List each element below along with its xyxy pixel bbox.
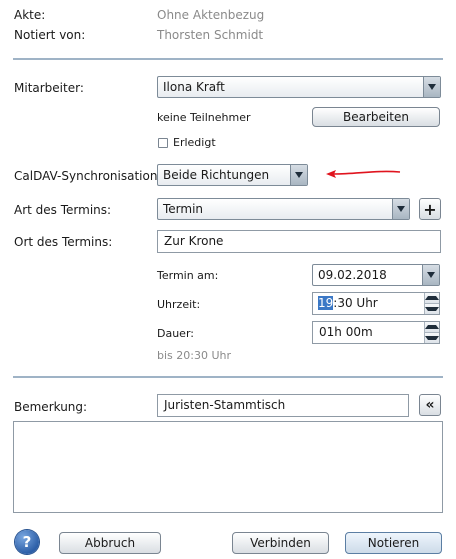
- date-label: Termin am:: [157, 269, 219, 282]
- caldav-value: Beide Richtungen: [163, 168, 270, 182]
- art-select[interactable]: Termin: [157, 198, 410, 220]
- red-arrow-annotation: [326, 170, 401, 178]
- add-icon[interactable]: +: [419, 198, 441, 220]
- caldav-select[interactable]: Beide Richtungen: [157, 164, 308, 186]
- notiert-von-label: Notiert von:: [14, 28, 86, 42]
- chevron-down-icon[interactable]: [423, 77, 440, 97]
- date-select[interactable]: 09.02.2018: [312, 264, 440, 286]
- time-hour-selected: 19: [318, 296, 334, 310]
- chevron-down-icon[interactable]: [290, 165, 307, 185]
- divider-top: [13, 58, 443, 60]
- chevron-down-icon[interactable]: [392, 199, 409, 219]
- duration-value: 01h 00m: [319, 325, 373, 339]
- mitarbeiter-label: Mitarbeiter:: [14, 81, 84, 95]
- notiert-von-value: Thorsten Schmidt: [157, 28, 264, 42]
- duration-spinner[interactable]: [424, 322, 439, 343]
- participants-text: keine Teilnehmer: [157, 111, 251, 124]
- mitarbeiter-select[interactable]: Ilona Kraft: [157, 76, 441, 98]
- collapse-icon[interactable]: «: [419, 394, 441, 416]
- time-label: Uhrzeit:: [157, 298, 201, 311]
- ort-label: Ort des Termins:: [14, 235, 113, 249]
- spin-down-icon[interactable]: [425, 303, 439, 314]
- abbruch-button[interactable]: Abbruch: [59, 532, 161, 554]
- verbinden-button[interactable]: Verbinden: [232, 532, 329, 554]
- help-icon[interactable]: ?: [15, 530, 39, 554]
- bearbeiten-button[interactable]: Bearbeiten: [312, 107, 440, 127]
- ort-input[interactable]: Zur Krone: [157, 230, 441, 253]
- divider-bottom: [13, 376, 443, 378]
- akte-label: Akte:: [14, 8, 46, 22]
- duration-label: Dauer:: [157, 327, 194, 340]
- chevron-down-icon[interactable]: [422, 265, 439, 285]
- spin-down-icon[interactable]: [425, 332, 439, 343]
- time-input[interactable]: 19:30 Uhr: [312, 292, 440, 315]
- time-spinner[interactable]: [424, 293, 439, 314]
- bemerkung-label: Bemerkung:: [14, 400, 88, 414]
- mitarbeiter-value: Ilona Kraft: [163, 80, 225, 94]
- art-label: Art des Termins:: [14, 203, 112, 217]
- notieren-button[interactable]: Notieren: [345, 532, 442, 554]
- until-text: bis 20:30 Uhr: [157, 349, 232, 362]
- duration-input[interactable]: 01h 00m: [312, 321, 440, 344]
- akte-value: Ohne Aktenbezug: [157, 8, 265, 22]
- art-value: Termin: [163, 202, 204, 216]
- date-value: 09.02.2018: [318, 268, 387, 282]
- spin-up-icon[interactable]: [425, 322, 439, 332]
- time-rest: :30 Uhr: [333, 296, 378, 310]
- erledigt-checkbox[interactable]: [158, 138, 168, 148]
- caldav-label: CalDAV-Synchronisation:: [14, 169, 162, 183]
- spin-up-icon[interactable]: [425, 293, 439, 303]
- bemerkung-input[interactable]: Juristen-Stammtisch: [157, 394, 409, 417]
- erledigt-label: Erledigt: [173, 136, 216, 149]
- notes-textarea[interactable]: [13, 421, 443, 513]
